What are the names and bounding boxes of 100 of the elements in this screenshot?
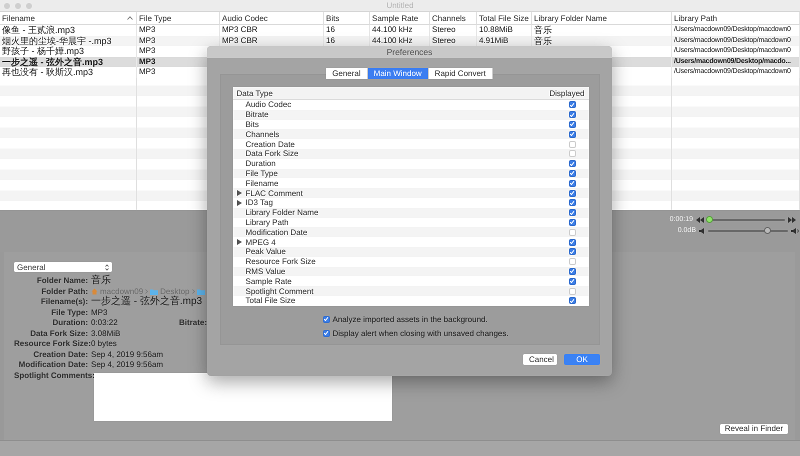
checkbox[interactable] [568,190,576,197]
column-header[interactable]: Library Path [672,12,800,24]
dialog-button[interactable]: Cancel [523,354,557,365]
table-cell: 一步之遥 - 弦外之音.mp3 [2,56,104,67]
data-type-label: RMS Value [246,266,286,276]
speaker-icon [699,228,705,234]
table-cell: Stereo [432,36,456,46]
data-type-label: Sample Rate [246,276,292,286]
field-value: Sep 4, 2019 9:56am [91,350,164,360]
checkbox[interactable] [568,101,576,108]
column-header[interactable]: Library Folder Name [532,12,672,24]
checkbox[interactable] [322,330,330,337]
table-cell: MP3 [139,36,156,46]
table-cell: 10.88MiB [479,25,513,36]
table-cell: 44.100 kHz [372,25,412,36]
table-cell: MP3 CBR [222,36,258,46]
column-header[interactable]: File Type [137,12,220,24]
chevron-icon [145,289,148,294]
table-cell: MP3 [139,67,156,78]
checkbox[interactable] [568,130,576,138]
data-type-label: Creation Date [246,140,295,149]
column-header[interactable]: Sample Rate [370,12,430,24]
home-icon [91,288,98,296]
table-cell: 16 [326,36,335,46]
column-header[interactable]: Filename [0,12,137,24]
dialog-title: Preferences [386,47,432,57]
folder-icon [196,288,204,295]
table-cell: MP3 [139,56,156,67]
position-slider-thumb[interactable] [706,216,713,222]
checkbox[interactable] [568,248,576,256]
table-cell: MP3 CBR [222,25,258,36]
table-cell: 4.91MiB [479,36,508,46]
folder-icon [150,288,158,295]
updown-arrows-icon [105,264,109,270]
tab[interactable]: General [326,68,368,79]
table-cell: MP3 [139,46,156,56]
table-cell: 烟火里的尘埃-华晨宇 -.mp3 [2,36,112,46]
checkbox[interactable] [568,160,576,168]
checkbox[interactable] [568,278,576,285]
view-dropdown[interactable]: General [14,262,112,272]
disclosure-triangle-icon[interactable] [236,239,242,246]
column-header: Data Type [236,88,273,98]
data-type-label: Peak Value [246,247,286,256]
checkbox[interactable] [568,199,576,206]
data-type-label: Resource Fork Size [246,257,316,266]
rewind-icon[interactable] [696,216,704,222]
checkbox[interactable] [568,180,576,187]
data-type-label: Library Folder Name [246,208,318,218]
field-label: Creation Date: [33,350,88,358]
option-label: Analyze imported assets in the background. [332,314,488,324]
data-type-label: Library Path [246,218,289,227]
field-label: Duration: [52,318,88,327]
tab[interactable]: Rapid Convert [428,68,493,79]
column-header[interactable]: Channels [430,12,477,24]
data-type-label: Audio Codec [246,100,292,110]
table-cell: 像鱼 - 王贰浪.mp3 [2,25,76,36]
table-cell: 音乐 [534,25,552,36]
checkbox[interactable] [568,111,576,118]
field-label: Folder Path: [41,286,88,296]
data-type-label: ID3 Tag [246,198,273,208]
field-label: Spotlight Comments: [14,370,95,380]
comments-field[interactable] [94,372,392,420]
disclosure-triangle-icon[interactable] [236,200,242,206]
table-cell: 44.100 kHz [372,36,412,46]
fast-forward-icon[interactable] [788,216,796,222]
field-value: 3.08MiB [91,328,120,339]
checkbox[interactable] [322,316,330,323]
reveal-in-finder-button[interactable]: Reveal in Finder [720,424,788,434]
field-label: Modification Date: [18,360,88,369]
checkbox[interactable] [568,297,576,304]
table-cell: 野孩子 - 杨千嬅.mp3 [2,46,84,56]
disclosure-triangle-icon[interactable] [236,190,242,196]
field-label: File Type: [51,308,88,316]
volume-slider-thumb[interactable] [764,226,771,234]
data-type-label: MPEG 4 [246,238,276,247]
data-type-label: Bits [246,120,259,129]
checkbox[interactable] [568,120,576,128]
table-cell: 16 [326,25,335,36]
checkbox[interactable] [568,238,576,246]
field-label: Data Fork Size: [30,328,88,338]
column-header[interactable]: Bits [324,12,370,24]
dialog-button[interactable]: OK [564,354,600,365]
table-cell: Stereo [432,25,456,36]
field-value: 一步之遥 - 弦外之音.mp3 [91,297,202,308]
checkbox[interactable] [568,209,576,216]
data-type-label: FLAC Comment [246,188,303,198]
field-value: Sep 4, 2019 9:56am [91,360,164,370]
data-type-label: Modification Date [246,228,308,237]
checkbox[interactable] [568,268,576,275]
field-label: Bitrate: [179,318,208,327]
data-type-label: Data Fork Size [246,149,298,158]
tab[interactable]: Main Window [368,68,429,79]
column-header: Displayed [549,88,584,98]
checkbox[interactable] [568,218,576,226]
checkbox[interactable] [568,170,576,177]
column-header[interactable]: Audio Codec [220,12,324,24]
data-type-label: Spotlight Comment [246,286,314,296]
field-label: Resource Fork Size: [14,339,91,348]
column-header[interactable]: Total File Size [477,12,532,24]
field-value: 0 bytes [91,339,117,350]
